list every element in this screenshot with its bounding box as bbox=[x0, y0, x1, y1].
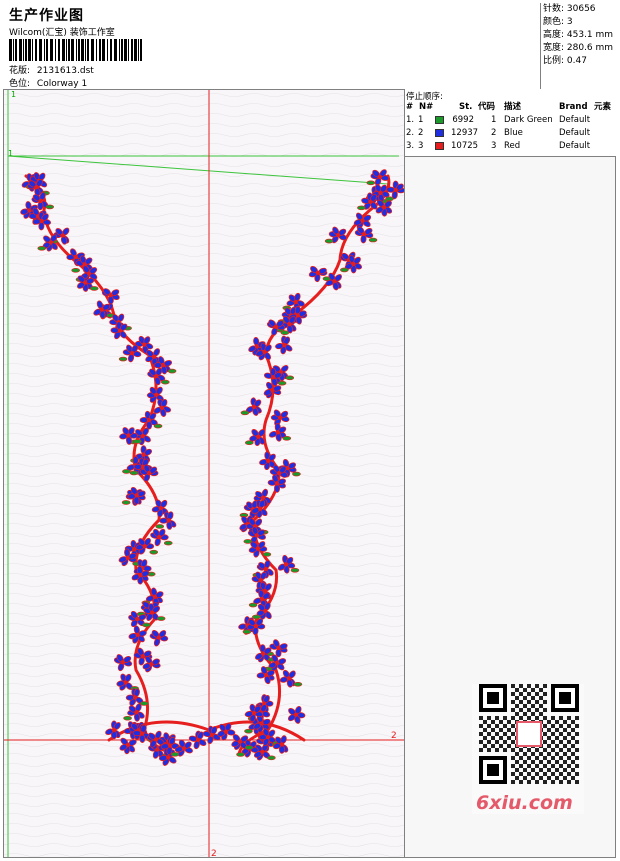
col-description: 描述 bbox=[504, 102, 522, 112]
green-marker-left: 1 bbox=[8, 149, 13, 158]
color-swatch bbox=[435, 116, 444, 124]
design-file-row: 花版: 2131613.dst bbox=[9, 63, 94, 76]
row-brand: Default bbox=[559, 128, 591, 138]
row-index: 2. bbox=[406, 128, 415, 138]
green-marker-top: 1 bbox=[11, 90, 16, 99]
watermark-text: 6xiu.com bbox=[476, 792, 573, 814]
row-code: 1 bbox=[491, 115, 497, 125]
design-scale: 比例: 0.47 bbox=[543, 56, 587, 66]
col-stitches: St. bbox=[459, 102, 473, 112]
colorway-label: 色位: bbox=[9, 79, 31, 89]
row-brand: Default bbox=[559, 115, 591, 125]
row-description: Dark Green bbox=[504, 115, 553, 125]
design-file-value: 2131613.dst bbox=[36, 66, 94, 76]
col-brand: Brand bbox=[559, 102, 588, 112]
col-code: 代码 bbox=[478, 102, 496, 112]
header: 生产作业图 Wilcom(汇宝) 装饰工作室 花版: 2131613.dst 色… bbox=[3, 3, 616, 90]
row-stitches: 10725 bbox=[451, 141, 479, 151]
colorway-row: 色位: Colorway 1 bbox=[9, 76, 87, 89]
row-brand: Default bbox=[559, 141, 591, 151]
row-code: 2 bbox=[491, 128, 497, 138]
row-n: 1 bbox=[418, 115, 424, 125]
design-width: 宽度: 280.6 mm bbox=[543, 43, 614, 53]
stitch-count: 针数: 30656 bbox=[543, 4, 596, 14]
embroidery-design: 1 1 2 2 bbox=[4, 90, 406, 859]
color-swatch bbox=[435, 129, 444, 137]
row-index: 3. bbox=[406, 141, 415, 151]
design-canvas: 1 1 2 2 bbox=[4, 90, 406, 859]
color-swatch bbox=[435, 142, 444, 150]
row-code: 3 bbox=[491, 141, 497, 151]
watermark: 6xiu.com bbox=[472, 684, 584, 814]
col-index: # bbox=[406, 102, 414, 112]
col-element: 元素 bbox=[594, 102, 612, 112]
row-stitches: 6992 bbox=[452, 115, 474, 125]
page-title: 生产作业图 bbox=[9, 8, 84, 24]
design-info-panel: 针数: 30656 颜色: 3 高度: 453.1 mm 宽度: 280.6 m… bbox=[540, 3, 617, 89]
row-description: Red bbox=[504, 141, 521, 151]
red-marker-bottom: 2 bbox=[211, 849, 217, 857]
col-n: N# bbox=[419, 102, 434, 112]
design-height: 高度: 453.1 mm bbox=[543, 30, 614, 40]
stop-sequence-header: # N# St. 代码 描述 Brand 元素 bbox=[405, 101, 616, 113]
divider bbox=[404, 89, 405, 858]
red-marker-right: 2 bbox=[391, 731, 397, 741]
color-count: 颜色: 3 bbox=[543, 17, 573, 27]
qr-code bbox=[479, 684, 579, 784]
stop-sequence-row: 3. 3 10725 3 Red Default bbox=[405, 140, 616, 152]
row-description: Blue bbox=[504, 128, 523, 138]
company-name: Wilcom(汇宝) 装饰工作室 bbox=[9, 28, 115, 38]
row-n: 2 bbox=[418, 128, 424, 138]
row-n: 3 bbox=[418, 141, 424, 151]
stop-sequence-row: 2. 2 12937 2 Blue Default bbox=[405, 127, 616, 139]
row-index: 1. bbox=[406, 115, 415, 125]
stop-sequence-row: 1. 1 6992 1 Dark Green Default bbox=[405, 114, 616, 126]
barcode bbox=[9, 39, 142, 61]
design-file-label: 花版: bbox=[9, 66, 31, 76]
colorway-value: Colorway 1 bbox=[36, 79, 88, 89]
row-stitches: 12937 bbox=[451, 128, 479, 138]
stop-sequence-panel: 停止顺序: # N# St. 代码 描述 Brand 元素 1. 1 6992 1 Da… bbox=[405, 89, 616, 157]
